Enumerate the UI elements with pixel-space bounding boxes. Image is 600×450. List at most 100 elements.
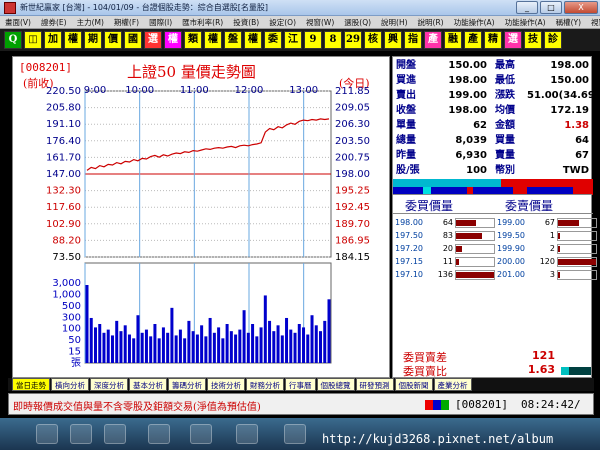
tab-4[interactable]: 籌碼分析: [168, 378, 206, 391]
toolbar-button[interactable]: 價: [104, 31, 122, 49]
minimize-button[interactable]: _: [516, 1, 538, 14]
tab-1[interactable]: 橫向分析: [51, 378, 89, 391]
ask-level[interactable]: 199.50 1: [497, 230, 597, 242]
volume-bar: [251, 324, 255, 363]
tab-10[interactable]: 個股新聞: [394, 378, 433, 391]
tab-9[interactable]: 研發預測: [355, 378, 394, 391]
tab-7[interactable]: 行事曆: [285, 378, 316, 391]
quote-row: 賣出 199.00 漲跌 51.00(34.69): [393, 89, 599, 102]
toolbar-button[interactable]: 技: [524, 31, 542, 49]
toolbar-button[interactable]: 期: [84, 31, 102, 49]
toolbar-button[interactable]: 選: [144, 31, 162, 49]
quote-value: TWD: [562, 165, 589, 176]
bid-level[interactable]: 197.10 136: [395, 269, 495, 281]
menu-item[interactable]: 畫面(V): [0, 17, 36, 28]
toolbar-button[interactable]: 產: [424, 31, 442, 49]
ask-level[interactable]: 200.00 120: [497, 256, 597, 268]
toolbar-button[interactable]: ◫: [24, 31, 42, 49]
bid-level[interactable]: 197.20 20: [395, 243, 495, 255]
toolbar-button[interactable]: 診: [544, 31, 562, 49]
volume-bar: [276, 325, 280, 363]
menu-item[interactable]: 主力(M): [72, 17, 109, 28]
volume-bar: [200, 325, 204, 363]
volume-bar: [195, 334, 199, 363]
menu-item[interactable]: 國際(I): [144, 17, 177, 28]
toolbar-button[interactable]: 委: [264, 31, 282, 49]
toolbar-button[interactable]: 8: [324, 31, 342, 49]
ask-price: 201.00: [497, 270, 525, 279]
bid-ask-strength-bar: [393, 179, 593, 195]
toolbar-button[interactable]: Q: [4, 31, 22, 49]
toolbar-button[interactable]: 權: [204, 31, 222, 49]
toolbar-button[interactable]: 權: [244, 31, 262, 49]
time-label: 9:00: [84, 85, 106, 96]
toolbar-button[interactable]: 融: [444, 31, 462, 49]
toolbar-button[interactable]: 江: [284, 31, 302, 49]
bid-level[interactable]: 197.50 83: [395, 230, 495, 242]
tab-3[interactable]: 基本分析: [129, 378, 167, 391]
toolbar-button[interactable]: 盤: [224, 31, 242, 49]
toolbar-button[interactable]: 指: [404, 31, 422, 49]
maximize-button[interactable]: □: [540, 1, 562, 14]
price-tick-right: 198.00: [335, 169, 370, 180]
menu-item[interactable]: 功能操作(A): [500, 17, 551, 28]
ask-level[interactable]: 199.90 2: [497, 243, 597, 255]
close-button[interactable]: X: [564, 1, 598, 14]
quote-label: 幣別: [495, 165, 515, 176]
menu-item[interactable]: 期權(F): [109, 17, 144, 28]
taskbar-app-icon[interactable]: [148, 424, 170, 444]
toolbar-button[interactable]: 精: [484, 31, 502, 49]
toolbar-button[interactable]: 類: [184, 31, 202, 49]
toolbar-button[interactable]: 加: [44, 31, 62, 49]
volume-tick: 3,000: [52, 278, 81, 289]
tab-8[interactable]: 個股總覽: [316, 378, 355, 391]
ask-level[interactable]: 199.00 67: [497, 217, 597, 229]
volume-bar: [272, 331, 276, 363]
ask-volume-bar: [558, 272, 560, 278]
bid-volume-bar: [456, 259, 460, 265]
toolbar-button[interactable]: 選: [504, 31, 522, 49]
taskbar-app-icon[interactable]: [236, 424, 258, 444]
menu-item[interactable]: 投資(B): [228, 17, 264, 28]
price-tick-left: 117.60: [46, 202, 81, 213]
taskbar-app-icon[interactable]: [104, 424, 126, 444]
toolbar-button[interactable]: 興: [384, 31, 402, 49]
menu-item[interactable]: 說明(R): [413, 17, 449, 28]
menu-item[interactable]: 匯市利率(R): [177, 17, 228, 28]
volume-bar: [306, 334, 310, 363]
menu-item[interactable]: 證券(E): [36, 17, 72, 28]
taskbar-app-icon[interactable]: [70, 424, 92, 444]
toolbar-button[interactable]: 29: [344, 31, 362, 49]
toolbar-button[interactable]: 權: [64, 31, 82, 49]
tab-5[interactable]: 技術分析: [207, 378, 245, 391]
menu-item[interactable]: 選股(Q): [339, 17, 376, 28]
taskbar-app-icon[interactable]: [284, 424, 306, 444]
volume-bar: [140, 332, 144, 363]
bid-level[interactable]: 197.15 11: [395, 256, 495, 268]
menu-item[interactable]: 功能操作(A): [449, 17, 500, 28]
tab-11[interactable]: 產業分析: [433, 378, 472, 391]
tab-0[interactable]: 當日走勢: [12, 378, 50, 391]
window-titlebar[interactable]: 新世紀贏家 [台灣] - 104/01/09 - 台證個股走勢：綜合自選股[名量…: [0, 0, 600, 16]
menu-item[interactable]: 設定(O): [264, 17, 301, 28]
volume-bar: [310, 315, 314, 363]
tab-6[interactable]: 財務分析: [246, 378, 284, 391]
toolbar-button[interactable]: 核: [364, 31, 382, 49]
menu-item[interactable]: 稱權(Y): [551, 17, 586, 28]
toolbar-button[interactable]: 國: [124, 31, 142, 49]
volume-bar: [289, 329, 293, 363]
intraday-chart[interactable]: 220.50 211.85 205.80 209.05 191.10 206.30 176.…: [13, 57, 389, 377]
bid-level[interactable]: 198.00 64: [395, 217, 495, 229]
toolbar-button[interactable]: 權: [164, 31, 182, 49]
bid-volume-bar: [456, 233, 483, 239]
menu-item[interactable]: 視窗(W): [301, 17, 339, 28]
menu-item[interactable]: 視窗(W): [586, 17, 600, 28]
menu-item[interactable]: 說明(H): [376, 17, 413, 28]
taskbar-app-icon[interactable]: [190, 424, 212, 444]
volume-bar: [144, 329, 148, 363]
toolbar-button[interactable]: 9: [304, 31, 322, 49]
taskbar-app-icon[interactable]: [36, 424, 58, 444]
tab-2[interactable]: 深度分析: [90, 378, 128, 391]
toolbar-button[interactable]: 產: [464, 31, 482, 49]
ask-level[interactable]: 201.00 3: [497, 269, 597, 281]
